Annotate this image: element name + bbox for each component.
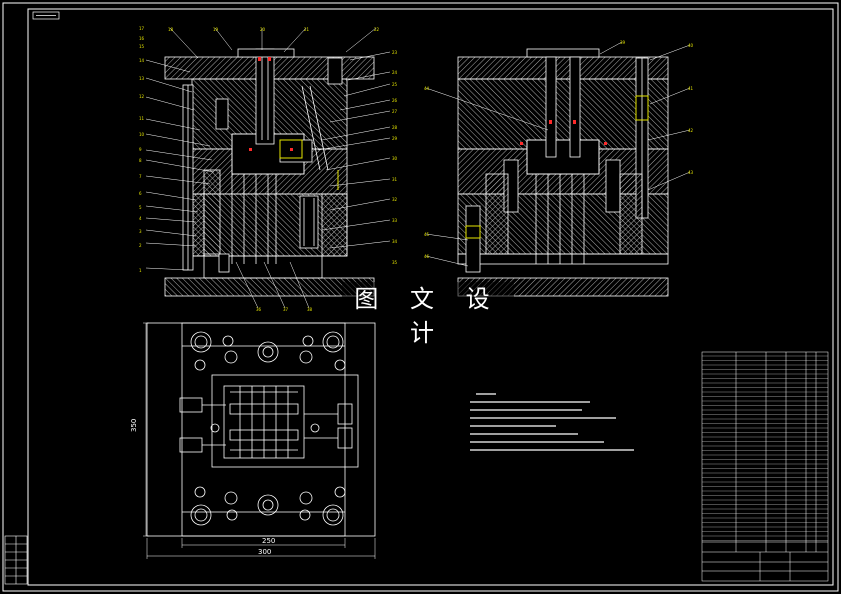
callout-number: 31 — [392, 177, 398, 182]
dim-outer-width-label: 300 — [258, 548, 271, 556]
parts-list-rows — [702, 355, 828, 541]
callout-number: 7 — [139, 174, 142, 179]
callout-number: 23 — [392, 50, 398, 55]
callout-number: 37 — [283, 307, 289, 312]
callout-number: 45 — [424, 232, 430, 237]
callout-number: 11 — [139, 116, 145, 121]
callout-number: 19 — [213, 27, 219, 32]
dim-inner-width-label: 250 — [262, 537, 275, 545]
callout-number: 34 — [392, 239, 398, 244]
callout-number: 15 — [139, 44, 145, 49]
callout-number: 33 — [392, 218, 398, 223]
plan-view — [146, 322, 376, 537]
callout-number: 1 — [139, 268, 142, 273]
callout-number: 16 — [139, 36, 145, 41]
callout-number: 13 — [139, 76, 145, 81]
callout-number: 18 — [168, 27, 174, 32]
callout-number: 2 — [139, 243, 142, 248]
callout-number: 44 — [424, 86, 430, 91]
callout-number: 22 — [374, 27, 380, 32]
callout-number: 4 — [139, 216, 142, 221]
callout-number: 46 — [424, 254, 430, 259]
callout-number: 24 — [392, 70, 398, 75]
callout-number: 43 — [688, 170, 694, 175]
watermark-text: 图 文 设 计 — [342, 282, 514, 347]
callout-number: 32 — [392, 197, 398, 202]
callout-number: 36 — [256, 307, 262, 312]
technical-notes — [470, 393, 634, 451]
callout-number: 29 — [392, 136, 398, 141]
callout-number: 17 — [139, 26, 145, 31]
callout-number: 6 — [139, 191, 142, 196]
callout-number: 41 — [688, 86, 694, 91]
callout-number: 27 — [392, 109, 398, 114]
left-revision-table — [4, 535, 28, 585]
plan-dimensions — [143, 322, 376, 559]
callout-number: 12 — [139, 94, 145, 99]
callout-number: 20 — [260, 27, 266, 32]
callout-number: 8 — [139, 158, 142, 163]
parts-list-table — [701, 351, 829, 582]
callout-number: 3 — [139, 229, 142, 234]
callout-number: 5 — [139, 205, 142, 210]
callout-number: 42 — [688, 128, 694, 133]
callout-number: 10 — [139, 132, 145, 137]
callout-number: 35 — [392, 260, 398, 265]
callout-number: 21 — [304, 27, 310, 32]
callout-number: 9 — [139, 147, 142, 152]
dim-height-label: 350 — [130, 419, 138, 432]
left-section-view — [164, 48, 375, 297]
callout-number: 25 — [392, 82, 398, 87]
right-section-view — [457, 48, 669, 297]
callout-number: 39 — [620, 40, 626, 45]
callout-number: 28 — [392, 125, 398, 130]
callout-number: 30 — [392, 156, 398, 161]
callout-number: 14 — [139, 58, 145, 63]
callout-number: 38 — [307, 307, 313, 312]
callout-number: 40 — [688, 43, 694, 48]
callout-number: 26 — [392, 98, 398, 103]
